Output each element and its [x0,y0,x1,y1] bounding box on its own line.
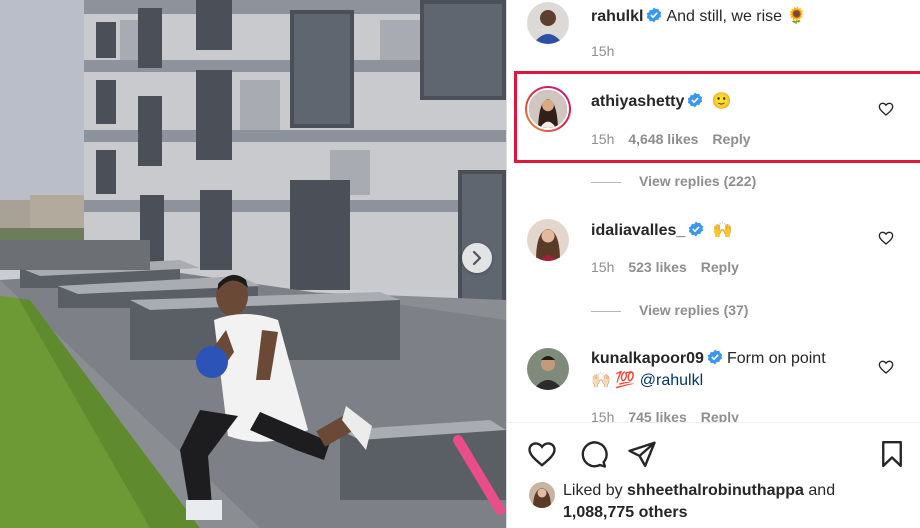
comment-emoji: 🙌🏻 💯 [591,372,636,389]
avatar[interactable] [525,86,571,132]
verified-badge-icon [647,7,662,23]
comment-text: 🙂 [711,93,732,110]
post-image [0,0,506,528]
share-icon[interactable] [627,439,657,469]
verified-badge-icon [707,349,723,365]
chevron-right-icon [472,251,482,265]
comment-text: 🙌 [712,222,733,239]
comments-list[interactable]: rahulkl And still, we rise 🌻 15h athiyash… [507,0,920,422]
comment-username[interactable]: athiyashetty [591,93,684,110]
avatar[interactable] [527,2,569,44]
comment-time[interactable]: 15h [591,131,614,147]
reply-button[interactable]: Reply [701,409,739,422]
liked-by-prefix: Liked by [563,482,623,499]
comment-time[interactable]: 15h [591,409,614,422]
heart-icon[interactable] [878,359,894,375]
comment-time[interactable]: 15h [591,259,614,275]
heart-icon[interactable] [878,230,894,246]
comment-username[interactable]: rahulkl [591,8,643,25]
comment-likes[interactable]: 523 likes [628,259,686,275]
view-replies-button[interactable]: View replies (222) [591,173,756,189]
post-photo[interactable] [0,0,506,528]
comments-panel: rahulkl And still, we rise 🌻 15h athiyash… [506,0,920,528]
comment-icon[interactable] [578,439,608,469]
liked-by-user[interactable]: shheethalrobinuthappa [627,482,804,499]
carousel-next-button[interactable] [462,243,492,273]
avatar[interactable] [527,348,569,390]
mention-link[interactable]: @rahulkl [640,372,703,389]
comment-username[interactable]: idaliavalles_ [591,222,685,239]
avatar[interactable] [529,482,555,508]
verified-badge-icon [689,221,704,237]
reply-button[interactable]: Reply [701,259,739,275]
comment-username[interactable]: kunalkapoor09 [591,350,704,367]
heart-icon[interactable] [527,439,557,469]
likes-count[interactable]: 1,088,775 others [563,504,688,521]
bookmark-icon[interactable] [877,439,907,469]
verified-badge-icon [688,92,703,108]
post-actions-bar: Liked by shheethalrobinuthappa and 1,088… [507,422,920,528]
reply-button[interactable]: Reply [712,131,750,147]
heart-icon[interactable] [878,101,894,117]
avatar[interactable] [527,219,569,261]
comment-text: Form on point [726,350,826,367]
liked-by-and: and [808,482,836,499]
comment-time[interactable]: 15h [591,43,614,59]
comment-likes[interactable]: 745 likes [628,409,686,422]
comment-text: And still, we rise 🌻 [666,8,807,25]
view-replies-button[interactable]: View replies (37) [591,302,748,318]
highlight-frame [514,71,920,163]
comment-likes[interactable]: 4,648 likes [628,131,698,147]
